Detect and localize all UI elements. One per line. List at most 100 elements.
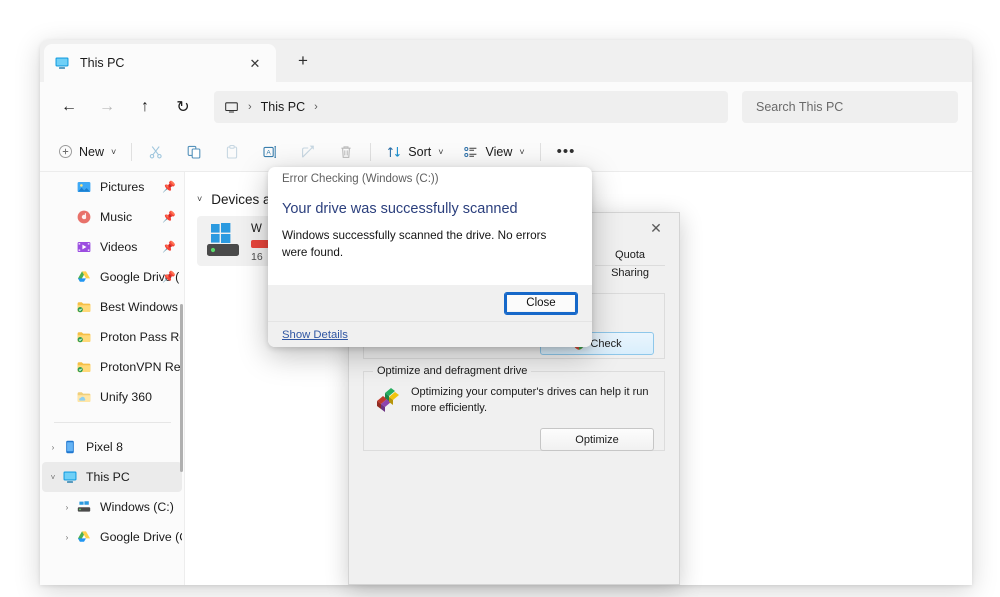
rename-icon: A xyxy=(263,145,277,158)
sidebar-item-google-drive[interactable]: Google Drive ( 📌 xyxy=(42,262,182,292)
rename-button[interactable]: A xyxy=(253,137,287,167)
optimize-button[interactable]: Optimize xyxy=(540,428,654,452)
dialog-body-text: Windows successfully scanned the drive. … xyxy=(282,229,547,259)
divider xyxy=(370,142,372,161)
chevron-right-icon[interactable]: › xyxy=(60,503,74,512)
optimize-row: Optimizing your computer's drives can he… xyxy=(374,384,654,416)
share-button[interactable] xyxy=(291,137,325,167)
refresh-button[interactable]: ↻ xyxy=(166,90,200,124)
close-icon[interactable]: ✕ xyxy=(633,213,679,243)
sidebar-divider xyxy=(54,422,171,423)
this-pc-icon xyxy=(63,471,77,483)
videos-icon xyxy=(77,242,91,252)
optimize-description: Optimizing your computer's drives can he… xyxy=(411,386,649,414)
show-details-link[interactable]: Show Details xyxy=(282,329,348,341)
sidebar-item-protonvpn-review[interactable]: ProtonVPN Revie xyxy=(42,352,182,382)
new-tab-button[interactable]: + xyxy=(286,44,320,78)
music-icon xyxy=(77,210,91,224)
sidebar-item-music[interactable]: Music 📌 xyxy=(42,202,182,232)
up-button[interactable]: ↑ xyxy=(128,90,162,124)
clipboard-icon xyxy=(227,144,238,159)
pin-icon[interactable]: 📌 xyxy=(162,211,176,224)
breadcrumb-separator-2[interactable]: › xyxy=(314,101,318,113)
sidebar-item-label: Unify 360 xyxy=(100,390,152,404)
chevron-right-icon[interactable]: › xyxy=(60,533,74,542)
sidebar-item-this-pc[interactable]: ˅ This PC xyxy=(42,462,182,492)
sidebar-item-label: Proton Pass Revie xyxy=(100,330,182,344)
sidebar-item-pictures[interactable]: Pictures 📌 xyxy=(42,172,182,202)
back-button[interactable]: ← xyxy=(52,90,86,124)
forward-button[interactable]: → xyxy=(90,90,124,124)
command-bar: New ˅ A Sort ˅ View ˅ ••• xyxy=(40,132,972,172)
new-button[interactable]: New ˅ xyxy=(50,137,124,167)
group-title: Devices a xyxy=(211,191,271,207)
delete-button[interactable] xyxy=(329,137,363,167)
sidebar-item-google-drive-g[interactable]: › Google Drive (G xyxy=(42,522,182,552)
monitor-icon xyxy=(225,101,238,112)
navigation-pane[interactable]: Pictures 📌 Music 📌 Videos 📌 Google Drive… xyxy=(40,172,185,585)
check-button-label: Check xyxy=(590,337,622,350)
sort-button[interactable]: Sort ˅ xyxy=(378,137,451,167)
sidebar-item-label: ProtonVPN Revie xyxy=(100,360,182,374)
chevron-down-icon: ˅ xyxy=(438,146,444,157)
view-button[interactable]: View ˅ xyxy=(455,137,532,167)
tab-this-pc[interactable]: This PC ✕ xyxy=(44,44,276,82)
defragment-icon xyxy=(377,388,399,412)
sidebar-item-label: This PC xyxy=(86,470,130,484)
more-options-button[interactable]: ••• xyxy=(548,137,585,167)
cut-button[interactable] xyxy=(139,137,173,167)
view-icon xyxy=(464,146,477,157)
optimize-button-label: Optimize xyxy=(575,433,619,446)
tab-sharing[interactable]: Sharing xyxy=(611,267,649,279)
sidebar-item-label: Music xyxy=(100,210,133,224)
sidebar-item-unify-360[interactable]: Unify 360 xyxy=(42,382,182,412)
search-box[interactable] xyxy=(742,91,958,123)
sidebar-scrollbar[interactable] xyxy=(180,304,183,472)
sidebar-item-label: Pictures xyxy=(100,180,145,194)
synced-folder-icon xyxy=(77,302,91,313)
pin-icon[interactable]: 📌 xyxy=(162,181,176,194)
dialog-footer: Show Details xyxy=(268,321,592,347)
pin-icon[interactable]: 📌 xyxy=(162,271,176,284)
breadcrumb-this-pc[interactable]: This PC xyxy=(261,100,305,114)
pin-icon[interactable]: 📌 xyxy=(162,241,176,254)
svg-text:A: A xyxy=(267,149,272,156)
search-input[interactable] xyxy=(754,99,946,115)
share-icon xyxy=(302,145,315,158)
scissors-icon xyxy=(150,145,162,158)
dialog-content: Your drive was successfully scanned Wind… xyxy=(268,191,592,262)
windows-drive-icon xyxy=(77,501,91,512)
sidebar-item-windows-c[interactable]: › Windows (C:) xyxy=(42,492,182,522)
breadcrumb-separator-1: › xyxy=(248,101,252,113)
pictures-icon xyxy=(77,182,91,192)
sort-icon xyxy=(388,146,401,157)
this-pc-icon xyxy=(55,57,69,69)
close-icon[interactable]: ✕ xyxy=(244,52,266,74)
phone-icon xyxy=(66,440,74,454)
chevron-down-icon: ˅ xyxy=(111,146,117,157)
sidebar-item-label: Best Windows AV xyxy=(100,300,182,314)
sidebar-item-proton-pass-review[interactable]: Proton Pass Revie xyxy=(42,322,182,352)
sidebar-item-videos[interactable]: Videos 📌 xyxy=(42,232,182,262)
sidebar-item-label: Pixel 8 xyxy=(86,440,123,454)
paste-button[interactable] xyxy=(215,137,249,167)
dialog-title: Error Checking (Windows (C:)) xyxy=(282,173,439,185)
divider xyxy=(539,142,541,161)
copy-button[interactable] xyxy=(177,137,211,167)
chevron-down-icon[interactable]: ˅ xyxy=(46,473,60,482)
synced-folder-icon xyxy=(77,362,91,373)
optimize-group: Optimize and defragment drive Optimizing… xyxy=(363,365,665,452)
new-button-label: New xyxy=(79,144,105,159)
breadcrumb[interactable]: › This PC › xyxy=(214,91,728,123)
chevron-down-icon[interactable]: ˅ xyxy=(197,194,202,204)
sidebar-item-label: Windows (C:) xyxy=(100,500,174,514)
view-button-label: View xyxy=(485,144,513,159)
trash-icon xyxy=(341,145,351,158)
sidebar-item-pixel-8[interactable]: › Pixel 8 xyxy=(42,432,182,462)
chevron-right-icon[interactable]: › xyxy=(46,443,60,452)
divider xyxy=(131,142,133,161)
sidebar-item-best-windows-av[interactable]: Best Windows AV xyxy=(42,292,182,322)
google-drive-icon xyxy=(78,271,90,282)
tab-quota[interactable]: Quota xyxy=(615,249,645,261)
close-button[interactable]: Close xyxy=(504,291,578,315)
